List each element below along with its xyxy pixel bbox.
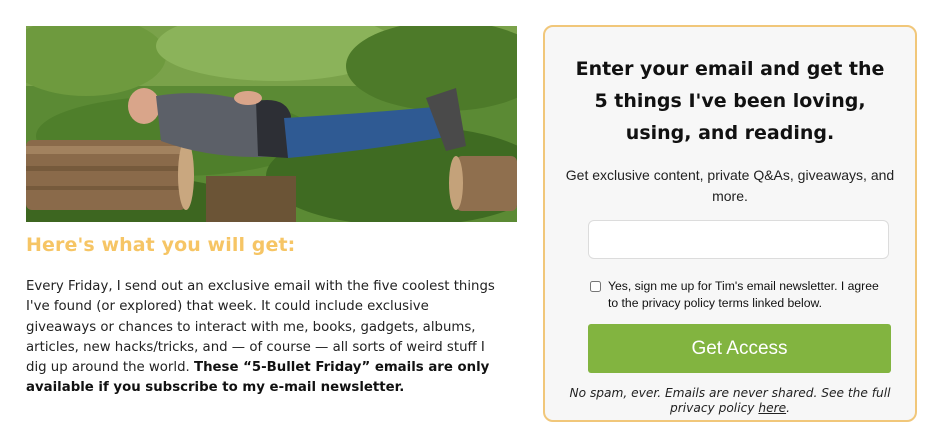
signup-title-line3: using, and reading.	[625, 122, 835, 144]
hero-photo-illustration	[26, 26, 517, 222]
signup-subtitle: Get exclusive content, private Q&As, giv…	[565, 167, 895, 204]
disclaimer-text: No spam, ever. Emails are never shared. …	[569, 386, 891, 415]
benefits-heading: Here's what you will get:	[26, 234, 296, 256]
email-input[interactable]	[588, 220, 889, 259]
newsletter-consent-checkbox[interactable]	[590, 281, 601, 292]
disclaimer-end: .	[786, 401, 790, 415]
signup-title-line1: Enter your email and get the	[575, 58, 885, 80]
benefits-description: Every Friday, I send out an exclusive em…	[26, 277, 496, 399]
privacy-policy-link[interactable]: here	[758, 401, 786, 415]
signup-title: Enter your email and get the 5 things I'v…	[545, 53, 915, 149]
signup-card: Enter your email and get the 5 things I'v…	[543, 25, 917, 422]
hero-photo	[26, 26, 517, 222]
get-access-button[interactable]: Get Access	[588, 324, 891, 373]
privacy-disclaimer: No spam, ever. Emails are never shared. …	[565, 386, 895, 416]
newsletter-consent-label: Yes, sign me up for Tim's email newslett…	[608, 279, 879, 310]
signup-title-line2: 5 things I've been loving,	[594, 90, 866, 112]
